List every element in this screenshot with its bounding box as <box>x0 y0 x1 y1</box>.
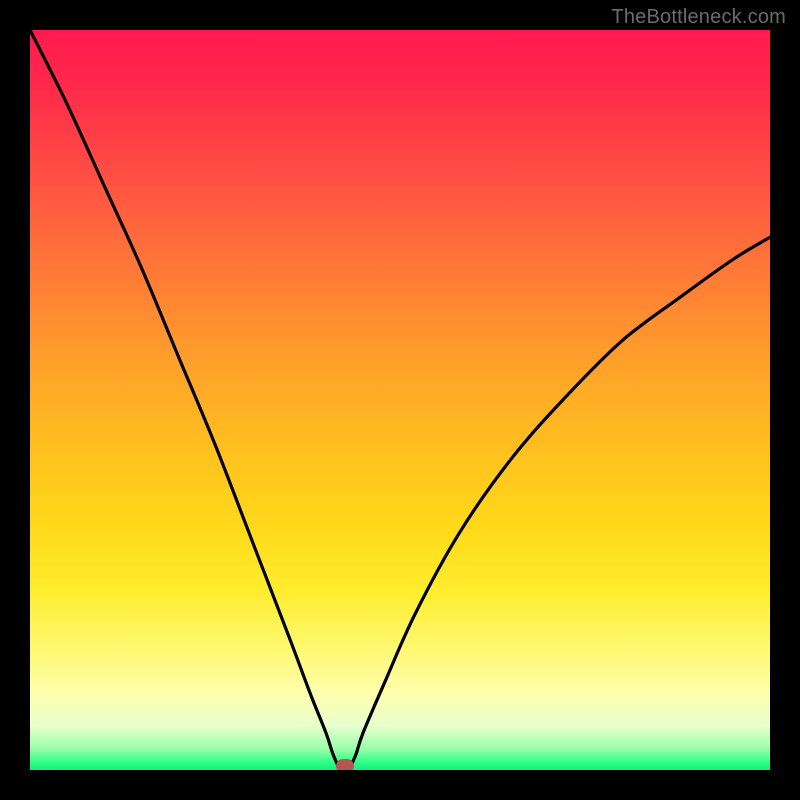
chart-frame: TheBottleneck.com <box>0 0 800 800</box>
plot-area <box>30 30 770 770</box>
watermark-label: TheBottleneck.com <box>611 6 786 29</box>
curve-path <box>30 30 770 770</box>
minimum-marker <box>336 759 354 770</box>
bottleneck-curve <box>30 30 770 770</box>
